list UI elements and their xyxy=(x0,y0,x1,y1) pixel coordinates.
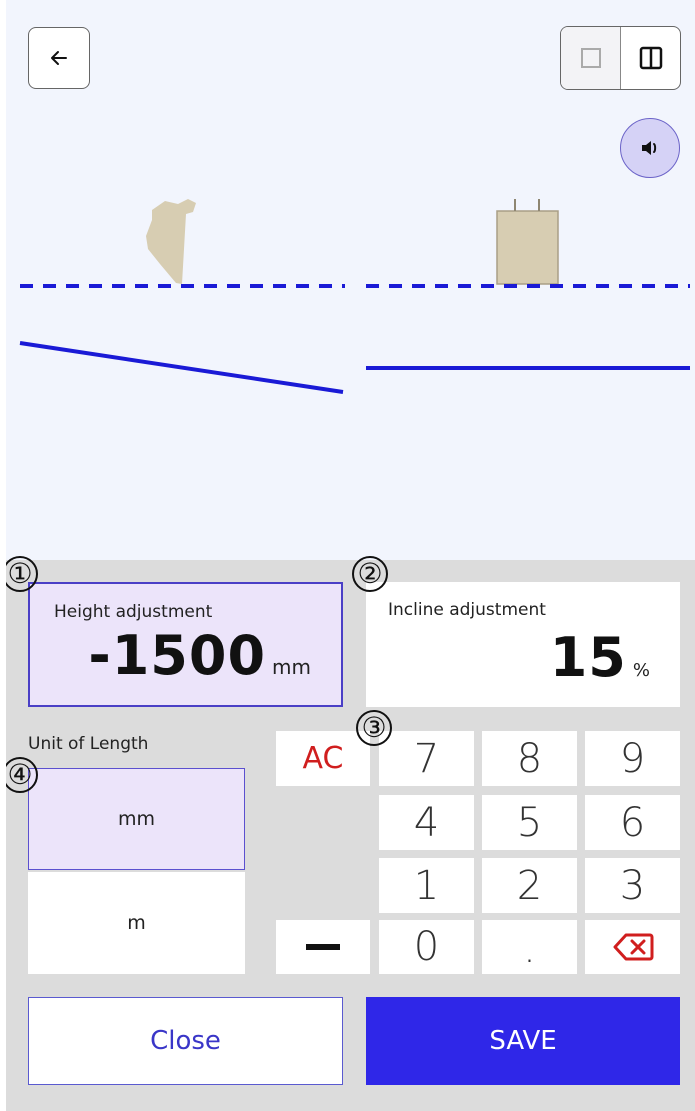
marker-3: ③ xyxy=(356,710,392,746)
split-view-icon xyxy=(639,46,662,70)
back-button[interactable] xyxy=(28,27,90,89)
view-toggle xyxy=(560,26,681,90)
key-3[interactable]: 3 xyxy=(585,858,680,913)
single-view-icon xyxy=(580,48,601,68)
key-2[interactable]: 2 xyxy=(482,858,577,913)
single-view-button[interactable] xyxy=(561,27,621,89)
key-0[interactable]: 0 xyxy=(379,920,474,974)
unit-option-m[interactable]: m xyxy=(28,872,245,974)
incline-adjustment-label: Incline adjustment xyxy=(388,600,546,620)
key-5[interactable]: 5 xyxy=(482,795,577,850)
left-edge xyxy=(0,0,6,1111)
height-value: -1500 xyxy=(88,624,267,687)
close-button[interactable]: Close xyxy=(28,997,343,1085)
key-8[interactable]: 8 xyxy=(482,731,577,786)
marker-2: ② xyxy=(352,556,388,592)
unit-of-length-title: Unit of Length xyxy=(28,734,149,754)
all-clear-key[interactable]: AC xyxy=(276,731,370,786)
incline-value: 15 xyxy=(549,626,627,689)
key-9[interactable]: 9 xyxy=(585,731,680,786)
backspace-key[interactable] xyxy=(585,920,680,974)
key-decimal[interactable]: . xyxy=(482,920,577,974)
arrow-left-icon xyxy=(51,51,67,65)
height-adjustment-field[interactable]: Height adjustment -1500 mm xyxy=(28,582,343,707)
incline-unit: % xyxy=(632,660,650,681)
minus-icon xyxy=(306,944,340,950)
target-line-left xyxy=(19,341,344,394)
marker-4: ④ xyxy=(2,757,38,793)
incline-value-row: 15 % xyxy=(550,626,650,689)
backspace-icon xyxy=(613,933,653,961)
key-7[interactable]: 7 xyxy=(379,731,474,786)
save-button[interactable]: SAVE xyxy=(366,997,680,1085)
height-value-row: -1500 mm xyxy=(88,624,311,687)
incline-adjustment-field[interactable]: Incline adjustment 15 % xyxy=(366,582,680,707)
blade-shape xyxy=(496,210,559,285)
height-adjustment-label: Height adjustment xyxy=(54,602,213,622)
sound-button[interactable] xyxy=(620,118,680,178)
marker-1: ① xyxy=(2,556,38,592)
key-6[interactable]: 6 xyxy=(585,795,680,850)
minus-key[interactable] xyxy=(276,920,370,974)
bucket-shape xyxy=(146,199,196,284)
key-1[interactable]: 1 xyxy=(379,858,474,913)
split-view-button[interactable] xyxy=(621,27,680,89)
unit-option-mm[interactable]: mm xyxy=(28,768,245,870)
speaker-icon xyxy=(642,141,657,155)
height-unit: mm xyxy=(272,655,311,679)
key-4[interactable]: 4 xyxy=(379,795,474,850)
